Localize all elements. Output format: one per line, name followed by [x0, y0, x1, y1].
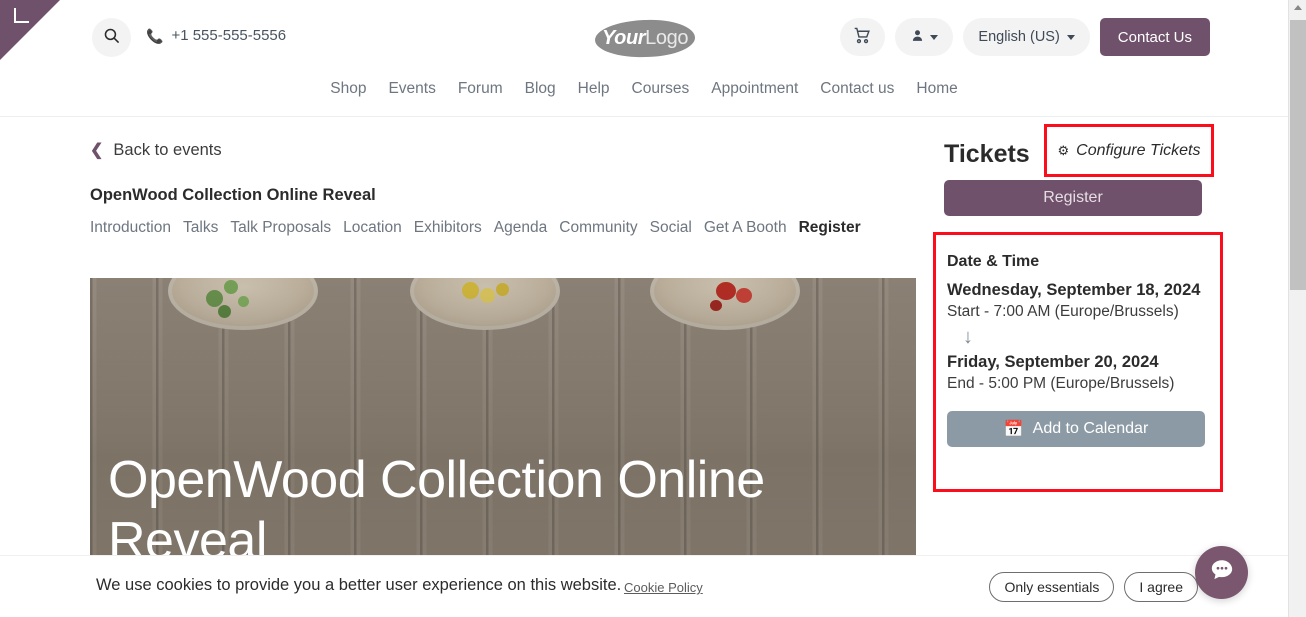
configure-tickets-label: Configure Tickets — [1076, 141, 1201, 159]
register-button[interactable]: Register — [944, 180, 1202, 216]
tab-exhibitors[interactable]: Exhibitors — [414, 216, 482, 240]
event-tabs: Introduction Talks Talk Proposals Locati… — [90, 216, 920, 240]
add-to-calendar-button[interactable]: 📅 Add to Calendar — [947, 411, 1205, 447]
scrollbar-thumb[interactable] — [1290, 20, 1306, 290]
tickets-title: Tickets — [944, 140, 1030, 168]
page-title: OpenWood Collection Online Reveal — [90, 186, 376, 204]
only-essentials-button[interactable]: Only essentials — [989, 572, 1115, 602]
nav-item-blog[interactable]: Blog — [525, 80, 556, 98]
tab-get-a-booth[interactable]: Get A Booth — [704, 216, 787, 240]
calendar-icon: 📅 — [1003, 421, 1024, 438]
page-root: 📞 +1 555-555-5556 Your Logo English (US)… — [0, 0, 1306, 617]
language-selector[interactable]: English (US) — [963, 18, 1090, 56]
user-icon — [911, 28, 924, 47]
tab-register[interactable]: Register — [799, 216, 861, 240]
tab-community[interactable]: Community — [559, 216, 637, 240]
nav-item-shop[interactable]: Shop — [330, 80, 366, 98]
header-actions: English (US) Contact Us — [840, 18, 1210, 56]
search-button[interactable] — [92, 18, 131, 57]
configure-tickets-link[interactable]: ⚙ Configure Tickets — [1044, 124, 1214, 177]
end-time: End - 5:00 PM (Europe/Brussels) — [947, 375, 1175, 392]
nav-item-courses[interactable]: Courses — [632, 80, 690, 98]
cookie-actions: Only essentials I agree — [989, 572, 1198, 602]
phone-number-label: +1 555-555-5556 — [171, 27, 287, 44]
end-date: Friday, September 20, 2024 — [947, 353, 1159, 371]
tab-introduction[interactable]: Introduction — [90, 216, 171, 240]
tab-agenda[interactable]: Agenda — [494, 216, 547, 240]
date-time-label: Date & Time — [947, 253, 1040, 270]
utility-row: 📞 +1 555-555-5556 Your Logo English (US)… — [0, 0, 1288, 75]
chevron-down-icon — [929, 34, 938, 40]
corner-triangle — [0, 0, 60, 60]
cart-icon — [854, 27, 871, 48]
start-date: Wednesday, September 18, 2024 — [947, 281, 1201, 299]
tab-talks[interactable]: Talks — [183, 216, 218, 240]
main-navigation: Shop Events Forum Blog Help Courses Appo… — [0, 80, 1288, 98]
contact-us-button[interactable]: Contact Us — [1099, 18, 1210, 56]
chevron-down-icon — [1066, 34, 1075, 40]
i-agree-button[interactable]: I agree — [1124, 572, 1198, 602]
corner-decoration — [0, 0, 60, 60]
search-icon — [103, 27, 120, 49]
corner-bracket-icon — [14, 8, 29, 23]
nav-item-contact-us[interactable]: Contact us — [820, 80, 894, 98]
nav-item-home[interactable]: Home — [916, 80, 957, 98]
page-content: ❮ Back to events OpenWood Collection Onl… — [0, 118, 1288, 617]
add-to-calendar-label: Add to Calendar — [1032, 420, 1149, 437]
site-logo[interactable]: Your Logo — [594, 16, 696, 60]
nav-item-events[interactable]: Events — [388, 80, 435, 98]
arrow-down-icon: ↓ — [963, 326, 973, 348]
chat-widget-button[interactable] — [1195, 546, 1248, 599]
phone-number-block[interactable]: 📞 +1 555-555-5556 — [146, 27, 286, 44]
cookie-consent-bar: We use cookies to provide you a better u… — [0, 555, 1288, 617]
tab-talk-proposals[interactable]: Talk Proposals — [230, 216, 331, 240]
logo-text-logo: Logo — [645, 26, 689, 49]
tab-social[interactable]: Social — [650, 216, 692, 240]
page-scrollbar[interactable] — [1288, 0, 1306, 617]
date-time-panel: Date & Time Wednesday, September 18, 202… — [933, 232, 1223, 492]
tab-location[interactable]: Location — [343, 216, 402, 240]
nav-item-forum[interactable]: Forum — [458, 80, 503, 98]
nav-item-appointment[interactable]: Appointment — [711, 80, 798, 98]
cookie-policy-link[interactable]: Cookie Policy — [624, 580, 703, 595]
cart-button[interactable] — [840, 18, 886, 56]
logo-text: Your Logo — [595, 16, 695, 60]
chevron-left-icon: ❮ — [90, 142, 104, 159]
scroll-up-arrow-icon[interactable] — [1294, 5, 1302, 10]
chat-bubble-icon — [1209, 557, 1235, 588]
tickets-header: Tickets — [944, 140, 1030, 169]
start-time: Start - 7:00 AM (Europe/Brussels) — [947, 303, 1179, 320]
logo-text-your: Your — [601, 26, 646, 49]
back-to-events-label: Back to events — [113, 140, 222, 159]
user-account-button[interactable] — [895, 18, 954, 56]
site-header: 📞 +1 555-555-5556 Your Logo English (US)… — [0, 0, 1288, 117]
gear-icon: ⚙ — [1057, 142, 1070, 158]
phone-icon: 📞 — [146, 27, 164, 44]
cookie-message: We use cookies to provide you a better u… — [96, 576, 622, 594]
language-label: English (US) — [978, 29, 1060, 45]
back-to-events-link[interactable]: ❮ Back to events — [90, 140, 222, 160]
nav-item-help[interactable]: Help — [578, 80, 610, 98]
